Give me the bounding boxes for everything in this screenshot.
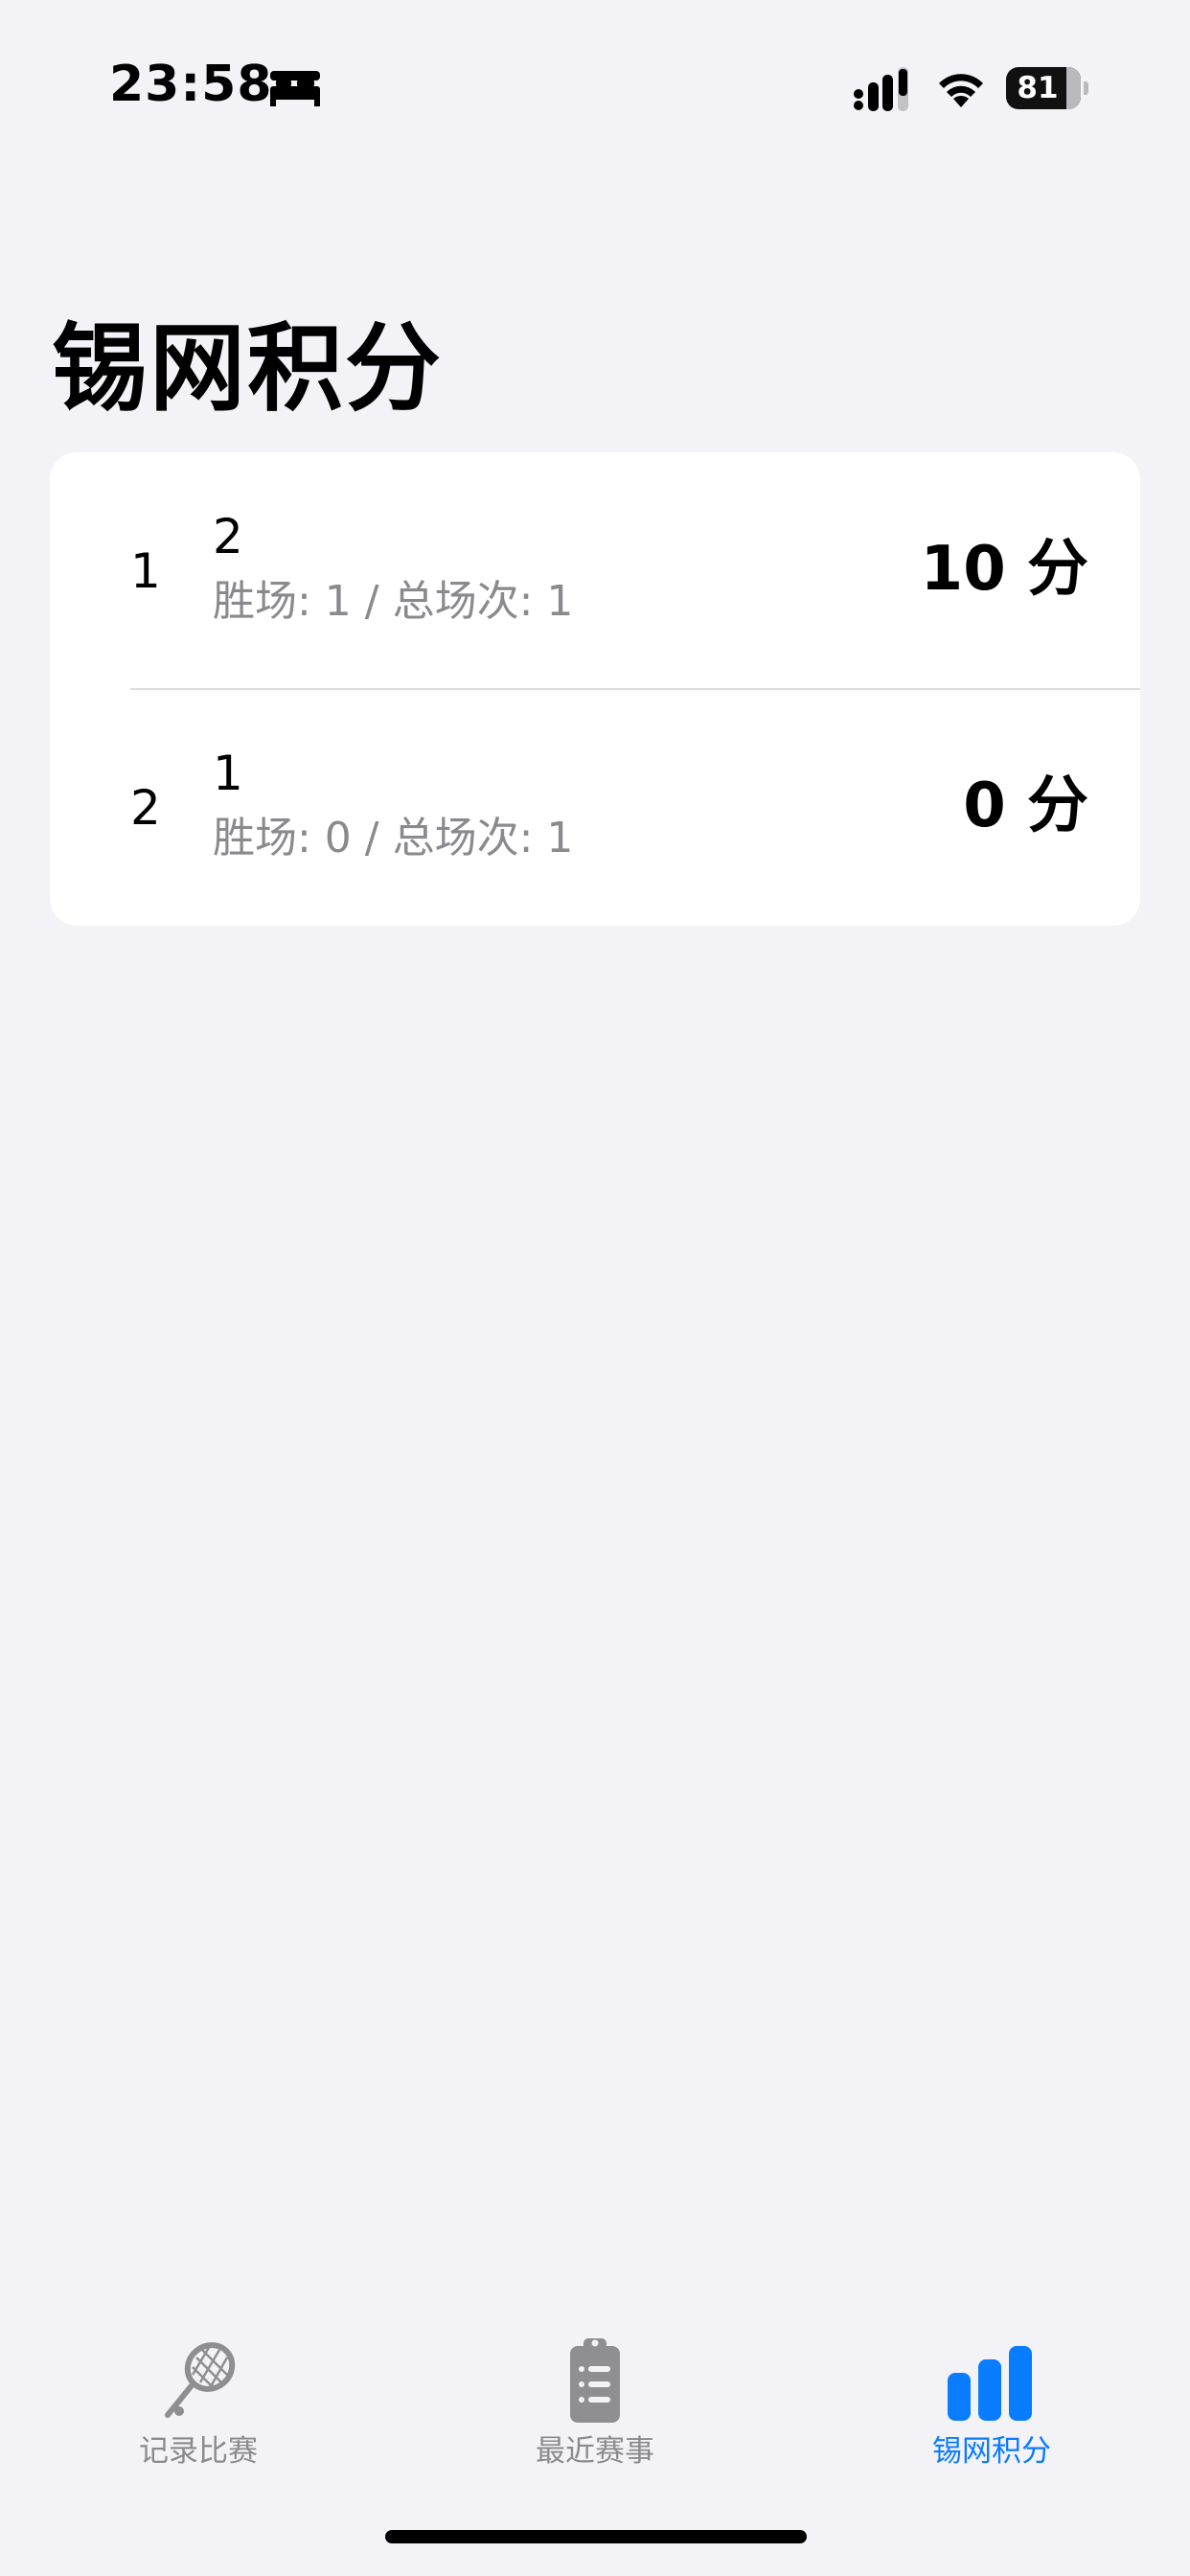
ranking-row[interactable]: 1 2 胜场: 1 / 总场次: 1 10 分 bbox=[50, 452, 1140, 690]
tennis-racket-icon bbox=[165, 2342, 236, 2418]
player-stats: 胜场: 0 / 总场次: 1 bbox=[213, 814, 574, 862]
status-bar: 23:58 81 bbox=[0, 0, 1190, 172]
tab-label: 记录比赛 bbox=[139, 2434, 258, 2469]
sleep-bed-icon bbox=[270, 71, 320, 106]
clipboard-list-icon bbox=[570, 2338, 620, 2423]
rank-number: 1 bbox=[130, 543, 161, 599]
rank-number: 2 bbox=[130, 780, 161, 836]
player-name: 2 bbox=[213, 509, 243, 564]
page-title: 锡网积分 bbox=[52, 312, 443, 425]
tab-label: 最近赛事 bbox=[536, 2434, 654, 2469]
ranking-row[interactable]: 2 1 胜场: 0 / 总场次: 1 0 分 bbox=[50, 689, 1140, 926]
battery-indicator: 81 bbox=[1006, 67, 1088, 109]
battery-cap bbox=[1084, 81, 1088, 95]
wifi-icon bbox=[939, 74, 983, 107]
bar-chart-icon bbox=[948, 2346, 1032, 2421]
ranking-card: 1 2 胜场: 1 / 总场次: 1 10 分 2 1 胜场: 0 / 总场次:… bbox=[50, 452, 1140, 926]
player-name: 1 bbox=[213, 746, 243, 801]
cellular-signal-icon bbox=[854, 67, 908, 111]
tab-points-ranking[interactable]: 锡网积分 bbox=[793, 2290, 1190, 2482]
battery-body: 81 bbox=[1006, 67, 1081, 109]
battery-level: 81 bbox=[1017, 71, 1059, 105]
tab-record-match[interactable]: 记录比赛 bbox=[0, 2290, 397, 2482]
home-indicator[interactable] bbox=[385, 2530, 807, 2543]
player-score: 10 分 bbox=[920, 534, 1088, 605]
tab-recent-matches[interactable]: 最近赛事 bbox=[397, 2290, 793, 2482]
tab-label: 锡网积分 bbox=[932, 2434, 1051, 2469]
status-time: 23:58 bbox=[109, 56, 273, 113]
player-score: 0 分 bbox=[963, 770, 1088, 841]
player-stats: 胜场: 1 / 总场次: 1 bbox=[213, 577, 574, 626]
